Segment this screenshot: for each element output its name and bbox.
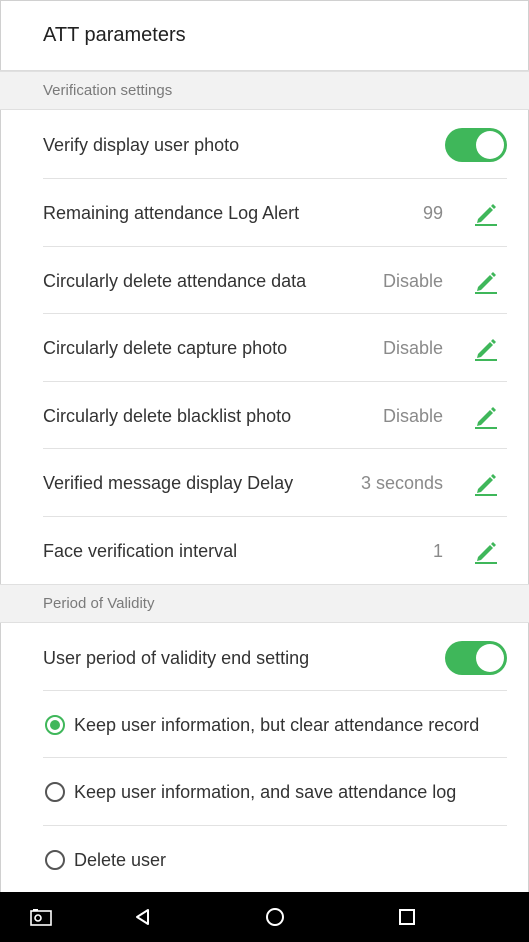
- setting-row-delete-capture[interactable]: Circularly delete capture photo Disable: [0, 314, 529, 382]
- setting-value: 3 seconds: [360, 472, 443, 493]
- setting-value: Disable: [382, 337, 443, 358]
- setting-value: 99: [422, 202, 443, 223]
- radio-unselected-icon[interactable]: [45, 782, 65, 802]
- pencil-icon[interactable]: [473, 538, 499, 564]
- home-icon[interactable]: [250, 892, 300, 942]
- pencil-icon[interactable]: [473, 268, 499, 294]
- radio-label: Keep user information, and save attendan…: [74, 781, 457, 802]
- radio-option-keep-save[interactable]: Keep user information, and save attendan…: [0, 758, 529, 826]
- pencil-icon[interactable]: [473, 403, 499, 429]
- setting-label: Remaining attendance Log Alert: [43, 202, 300, 223]
- pencil-icon[interactable]: [473, 470, 499, 496]
- radio-selected-icon[interactable]: [45, 715, 65, 735]
- setting-value: 1: [432, 540, 443, 561]
- setting-row-face-interval[interactable]: Face verification interval 1: [0, 517, 529, 585]
- section-header-validity: Period of Validity: [0, 584, 529, 623]
- verify-display-photo-toggle[interactable]: [445, 128, 507, 162]
- validity-end-setting-toggle[interactable]: [445, 641, 507, 675]
- setting-label: Circularly delete capture photo: [43, 337, 288, 358]
- validity-end-setting-label: User period of validity end setting: [43, 647, 310, 668]
- toggle-knob: [476, 131, 504, 159]
- back-icon[interactable]: [118, 892, 168, 942]
- verify-display-photo-label: Verify display user photo: [43, 134, 240, 155]
- setting-label: Face verification interval: [43, 540, 238, 561]
- radio-label: Delete user: [74, 849, 167, 870]
- radio-option-delete-user[interactable]: Delete user: [0, 826, 529, 894]
- setting-label: Circularly delete attendance data: [43, 270, 307, 291]
- pencil-icon[interactable]: [473, 200, 499, 226]
- setting-row-log-alert[interactable]: Remaining attendance Log Alert 99: [0, 179, 529, 247]
- setting-row-message-delay[interactable]: Verified message display Delay 3 seconds: [0, 449, 529, 517]
- setting-row-delete-attendance[interactable]: Circularly delete attendance data Disabl…: [0, 247, 529, 315]
- section-header-verification: Verification settings: [0, 71, 529, 110]
- setting-label: Circularly delete blacklist photo: [43, 405, 292, 426]
- setting-label: Verified message display Delay: [43, 472, 294, 493]
- validity-end-setting-row[interactable]: User period of validity end setting: [0, 624, 529, 692]
- navigation-bar: [0, 892, 529, 942]
- setting-row-delete-blacklist[interactable]: Circularly delete blacklist photo Disabl…: [0, 382, 529, 450]
- recents-icon[interactable]: [382, 892, 432, 942]
- setting-value: Disable: [382, 405, 443, 426]
- screenshot-icon[interactable]: [16, 892, 66, 942]
- toggle-knob: [476, 644, 504, 672]
- page-title: ATT parameters: [0, 0, 529, 71]
- radio-option-keep-clear[interactable]: Keep user information, but clear attenda…: [0, 691, 529, 759]
- setting-value: Disable: [382, 270, 443, 291]
- pencil-icon[interactable]: [473, 335, 499, 361]
- verify-display-photo-row[interactable]: Verify display user photo: [0, 111, 529, 179]
- radio-unselected-icon[interactable]: [45, 850, 65, 870]
- radio-label: Keep user information, but clear attenda…: [74, 714, 480, 735]
